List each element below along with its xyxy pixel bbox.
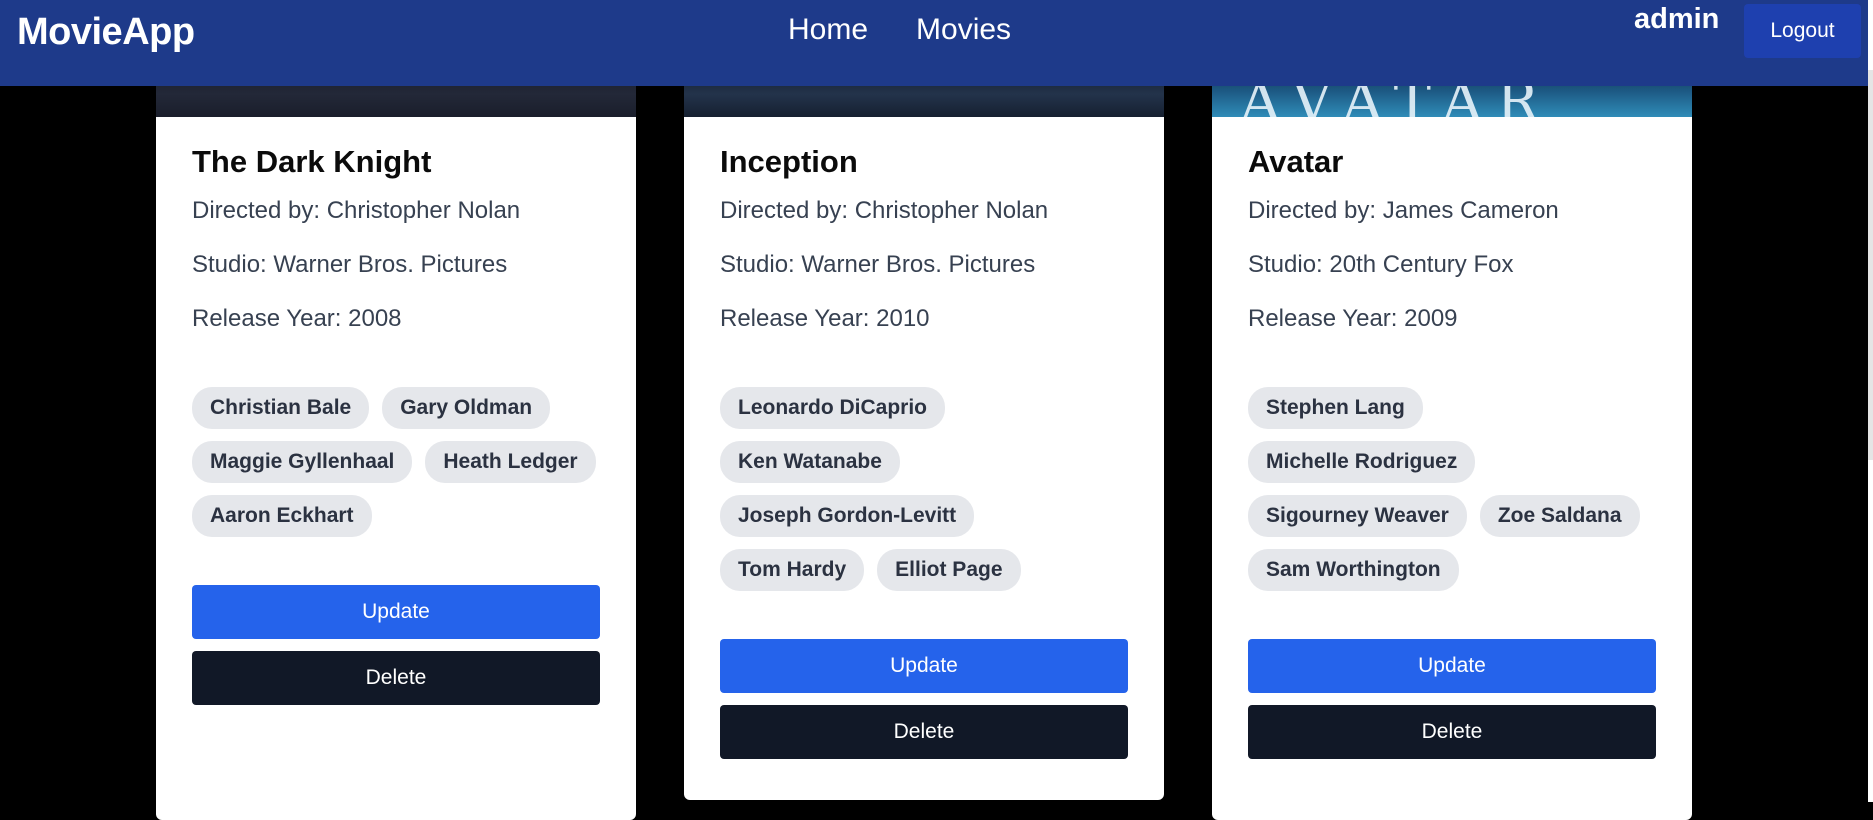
- update-button[interactable]: Update: [1248, 638, 1656, 693]
- actor-tag: Ken Watanabe: [720, 440, 900, 483]
- movie-director: Directed by: Christopher Nolan: [720, 197, 1049, 225]
- actor-tag-list: Stephen Lang Michelle Rodriguez Sigourne…: [1248, 386, 1658, 591]
- nav-links: Home Movies: [788, 13, 1011, 47]
- page-scrollbar-thumb[interactable]: [1868, 70, 1873, 460]
- delete-button[interactable]: Delete: [720, 704, 1128, 759]
- actor-tag: Tom Hardy: [720, 548, 865, 591]
- movie-release-year: Release Year: 2010: [720, 304, 930, 332]
- movie-release-year: Release Year: 2008: [192, 304, 402, 332]
- movie-studio: Studio: 20th Century Fox: [1248, 251, 1514, 279]
- movie-card-body: Avatar Directed by: James Cameron Studio…: [1212, 117, 1692, 759]
- movie-card-body: The Dark Knight Directed by: Christopher…: [156, 117, 636, 705]
- nav-link-home[interactable]: Home: [788, 13, 868, 47]
- movie-title: Inception: [720, 144, 858, 179]
- update-button[interactable]: Update: [192, 584, 600, 639]
- delete-button[interactable]: Delete: [192, 650, 600, 705]
- current-username: admin: [1634, 3, 1720, 35]
- actor-tag: Stephen Lang: [1248, 386, 1423, 429]
- movie-card-body: Inception Directed by: Christopher Nolan…: [684, 117, 1164, 759]
- actor-tag: Leonardo DiCaprio: [720, 386, 946, 429]
- actor-tag: Aaron Eckhart: [192, 494, 372, 537]
- movie-release-year: Release Year: 2009: [1248, 304, 1458, 332]
- actor-tag: Joseph Gordon-Levitt: [720, 494, 975, 537]
- delete-button[interactable]: Delete: [1248, 704, 1656, 759]
- actor-tag: Heath Ledger: [425, 440, 596, 483]
- nav-link-movies[interactable]: Movies: [916, 13, 1011, 47]
- actor-tag: Sam Worthington: [1248, 548, 1459, 591]
- card-actions: Update Delete: [1248, 638, 1656, 759]
- movie-title: The Dark Knight: [192, 144, 432, 179]
- movie-studio: Studio: Warner Bros. Pictures: [192, 251, 508, 279]
- actor-tag-list: Leonardo DiCaprio Ken Watanabe Joseph Go…: [720, 386, 1130, 591]
- logout-button[interactable]: Logout: [1744, 4, 1861, 58]
- card-actions: Update Delete: [720, 638, 1128, 759]
- actor-tag: Elliot Page: [877, 548, 1021, 591]
- movie-director: Directed by: James Cameron: [1248, 197, 1559, 225]
- movie-card: AVATAR Avatar Directed by: James Cameron…: [1212, 60, 1692, 820]
- actor-tag: Maggie Gyllenhaal: [192, 440, 413, 483]
- actor-tag: Zoe Saldana: [1479, 494, 1640, 537]
- actor-tag: Christian Bale: [192, 386, 370, 429]
- actor-tag: Sigourney Weaver: [1248, 494, 1467, 537]
- movie-card: The Dark Knight Directed by: Christopher…: [156, 60, 636, 820]
- card-actions: Update Delete: [192, 584, 600, 705]
- movie-studio: Studio: Warner Bros. Pictures: [720, 251, 1036, 279]
- movie-card: Inception Directed by: Christopher Nolan…: [684, 60, 1164, 800]
- actor-tag: Gary Oldman: [382, 386, 551, 429]
- brand-logo[interactable]: MovieApp: [17, 11, 195, 54]
- top-navbar: MovieApp Home Movies admin Logout: [0, 0, 1868, 86]
- update-button[interactable]: Update: [720, 638, 1128, 693]
- actor-tag: Michelle Rodriguez: [1248, 440, 1476, 483]
- movie-title: Avatar: [1248, 144, 1344, 179]
- movie-director: Directed by: Christopher Nolan: [192, 197, 521, 225]
- actor-tag-list: Christian Bale Gary Oldman Maggie Gyllen…: [192, 386, 602, 537]
